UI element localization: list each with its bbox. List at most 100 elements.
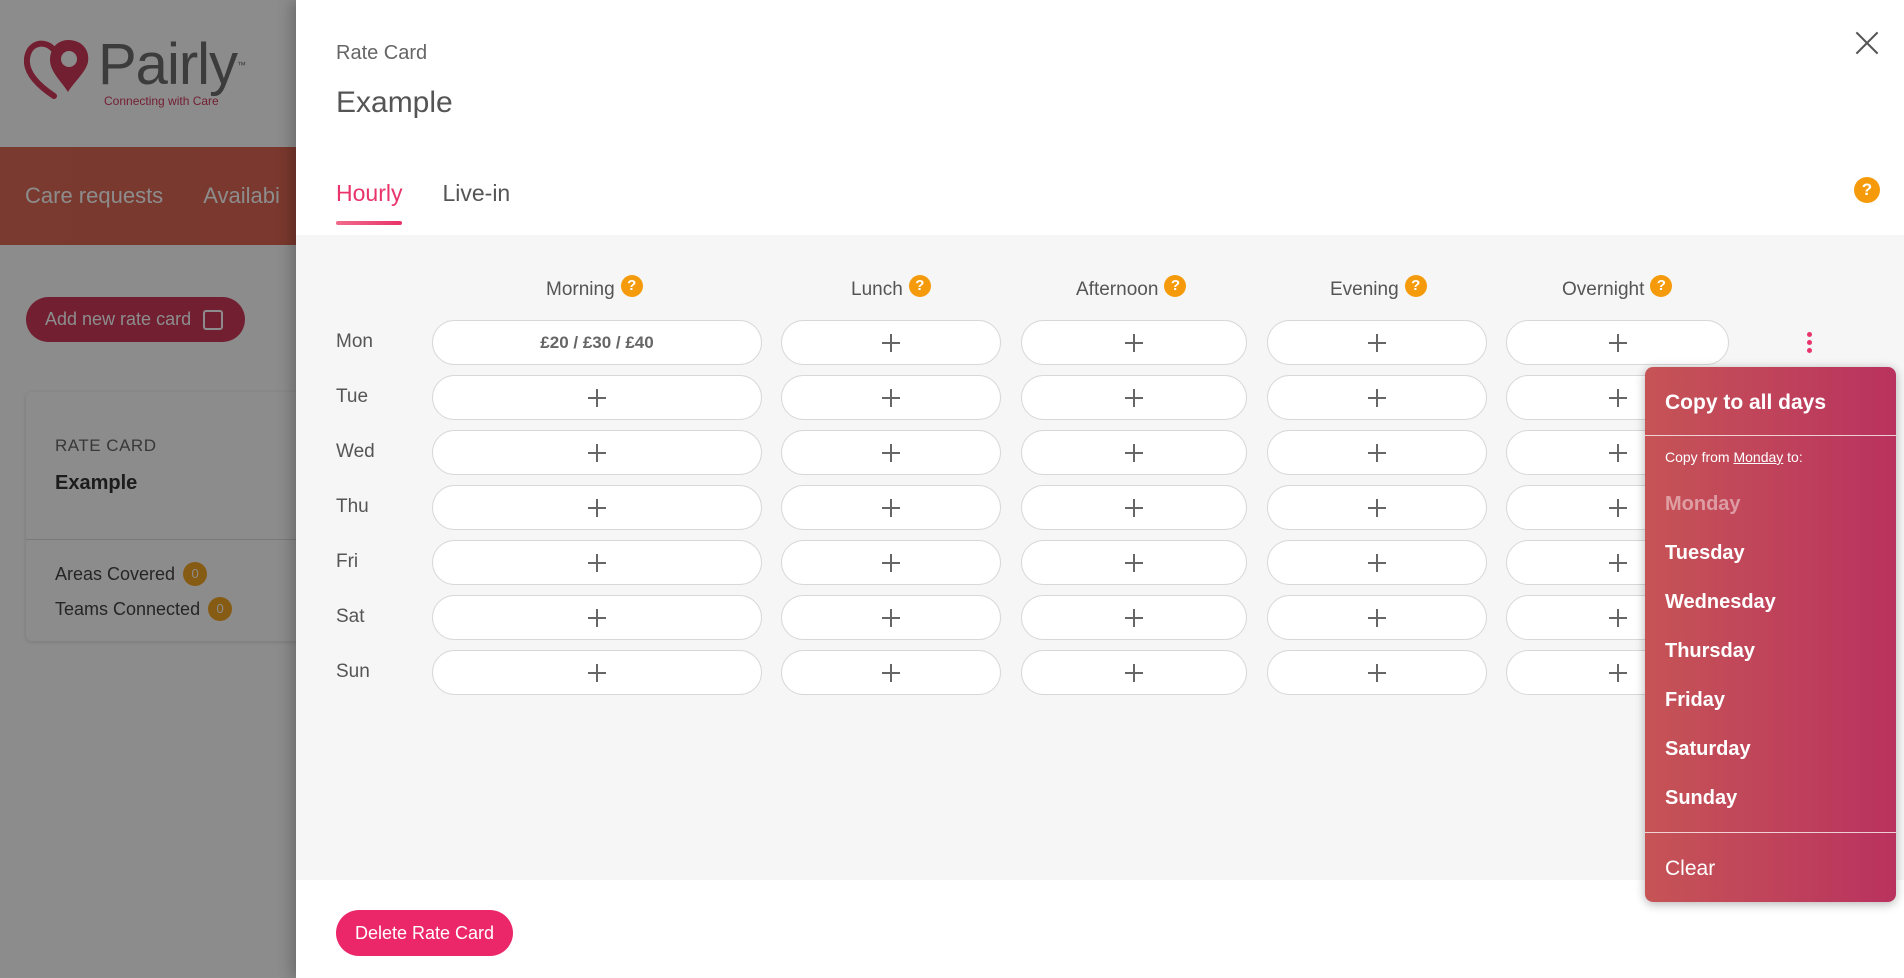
help-icon[interactable]: ? — [620, 275, 643, 297]
more-options-icon[interactable] — [1804, 332, 1814, 358]
rate-cell[interactable] — [432, 650, 762, 695]
plus-icon — [1125, 663, 1143, 682]
plus-icon — [882, 608, 900, 627]
row-label-sun: Sun — [336, 661, 370, 682]
close-icon[interactable] — [1854, 30, 1880, 56]
rate-cell[interactable] — [1267, 540, 1487, 585]
copy-day-thursday[interactable]: Thursday — [1665, 640, 1755, 663]
row-label-wed: Wed — [336, 441, 375, 462]
modal-label: Rate Card — [336, 42, 428, 64]
rate-cell[interactable] — [781, 540, 1001, 585]
rate-cell[interactable] — [1021, 430, 1247, 475]
rate-cell[interactable] — [1267, 375, 1487, 420]
rate-cell[interactable] — [432, 595, 762, 640]
column-label: Lunch — [851, 279, 903, 300]
rate-cell[interactable] — [1267, 430, 1487, 475]
column-overnight: Overnight ? — [1562, 275, 1673, 301]
rate-cell[interactable] — [781, 320, 1001, 365]
rate-cell-value: £20 / £30 / £40 — [540, 332, 654, 352]
column-label: Morning — [546, 279, 615, 300]
rate-cell[interactable] — [1021, 485, 1247, 530]
column-lunch: Lunch ? — [851, 275, 931, 301]
plus-icon — [1608, 553, 1627, 572]
divider — [1645, 832, 1896, 833]
copy-day-sunday[interactable]: Sunday — [1665, 787, 1737, 810]
copy-from-suffix: to: — [1787, 449, 1803, 465]
tab-hourly[interactable]: Hourly — [336, 180, 403, 225]
rate-cell[interactable] — [432, 430, 762, 475]
plus-icon — [882, 663, 900, 682]
delete-rate-card-button[interactable]: Delete Rate Card — [336, 910, 513, 956]
help-icon[interactable]: ? — [1404, 275, 1427, 297]
row-label-fri: Fri — [336, 551, 359, 572]
plus-icon — [1608, 663, 1627, 682]
plus-icon — [1368, 443, 1386, 462]
plus-icon — [1368, 498, 1386, 517]
rate-cell[interactable] — [781, 650, 1001, 695]
copy-day-monday: Monday — [1665, 493, 1741, 515]
plus-icon — [882, 388, 900, 407]
column-afternoon: Afternoon ? — [1076, 275, 1187, 301]
rate-cell[interactable] — [781, 595, 1001, 640]
help-icon[interactable]: ? — [1854, 177, 1880, 203]
copy-from-prefix: Copy from — [1665, 449, 1730, 465]
plus-icon — [1608, 333, 1627, 352]
plus-icon — [588, 388, 606, 407]
help-icon[interactable]: ? — [908, 275, 931, 297]
plus-icon — [1125, 333, 1143, 352]
modal-title: Example — [336, 86, 453, 119]
plus-icon — [1608, 388, 1627, 407]
clear-item[interactable]: Clear — [1665, 857, 1715, 881]
rate-cell[interactable] — [432, 485, 762, 530]
rate-cell[interactable] — [1021, 650, 1247, 695]
rate-cell[interactable] — [432, 540, 762, 585]
copy-day-wednesday[interactable]: Wednesday — [1665, 591, 1776, 614]
plus-icon — [882, 443, 900, 462]
row-label-tue: Tue — [336, 386, 369, 407]
rate-cell[interactable] — [1267, 595, 1487, 640]
rate-cell[interactable] — [1267, 320, 1487, 365]
plus-icon — [1368, 553, 1386, 572]
column-label: Evening — [1330, 279, 1399, 300]
rate-cell[interactable] — [781, 430, 1001, 475]
rate-cell[interactable] — [781, 485, 1001, 530]
copy-to-all-days-item[interactable]: Copy to all days — [1665, 391, 1826, 415]
rate-cell[interactable] — [1021, 320, 1247, 365]
help-icon[interactable]: ? — [1650, 275, 1673, 297]
rate-cell[interactable] — [1506, 320, 1729, 365]
rate-cell[interactable] — [1021, 595, 1247, 640]
plus-icon — [1608, 608, 1627, 627]
column-label: Overnight — [1562, 279, 1645, 300]
plus-icon — [1125, 443, 1143, 462]
plus-icon — [1368, 608, 1386, 627]
column-evening: Evening ? — [1330, 275, 1427, 301]
rate-cell[interactable] — [781, 375, 1001, 420]
plus-icon — [588, 663, 606, 682]
plus-icon — [1125, 388, 1143, 407]
plus-icon — [1125, 608, 1143, 627]
rate-cell[interactable]: £20 / £30 / £40 — [432, 320, 762, 365]
copy-day-saturday[interactable]: Saturday — [1665, 738, 1751, 761]
copy-day-tuesday[interactable]: Tuesday — [1665, 542, 1745, 565]
plus-icon — [1368, 333, 1386, 352]
copy-day-friday[interactable]: Friday — [1665, 689, 1725, 712]
plus-icon — [1368, 663, 1386, 682]
rate-cell[interactable] — [432, 375, 762, 420]
column-label: Afternoon — [1076, 279, 1159, 300]
help-icon[interactable]: ? — [1164, 275, 1187, 297]
plus-icon — [882, 333, 900, 352]
rate-cell[interactable] — [1021, 375, 1247, 420]
rate-cell[interactable] — [1267, 485, 1487, 530]
copy-from-day: Monday — [1733, 449, 1784, 465]
plus-icon — [1368, 388, 1386, 407]
plus-icon — [588, 443, 606, 462]
tab-live-in[interactable]: Live-in — [442, 180, 510, 223]
row-label-thu: Thu — [336, 496, 369, 517]
row-label-sat: Sat — [336, 606, 365, 627]
plus-icon — [588, 553, 606, 572]
plus-icon — [882, 498, 900, 517]
plus-icon — [588, 608, 606, 627]
rate-cell[interactable] — [1021, 540, 1247, 585]
rate-cell[interactable] — [1267, 650, 1487, 695]
rate-type-tabs: Hourly Live-in — [336, 180, 550, 225]
